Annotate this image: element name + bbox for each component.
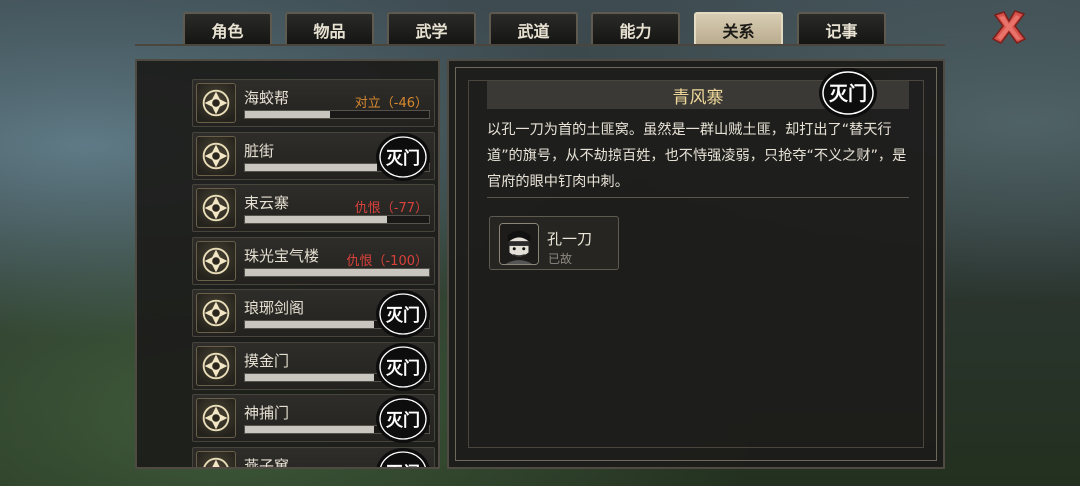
tomb-emblem-icon (196, 345, 236, 386)
tab-label: 武道 (517, 21, 550, 41)
faction-status: 仇恨（-77） (354, 201, 428, 216)
tab-items[interactable]: 物品 (285, 12, 374, 45)
stamp-text: 灭门 (385, 148, 420, 169)
tab-relations[interactable]: 关系 (694, 12, 783, 45)
stamp-text: 灭门 (385, 358, 420, 379)
faction-row[interactable]: 脏街 灭门 (192, 131, 435, 181)
destroyed-stamp-icon: 灭门 (376, 132, 430, 181)
faction-list-panel: 海蛟帮 对立（-46） 脏街 灭门 束云寨 仇恨（-77） 珠光宝气楼 仇恨（-100） 琅琊剑… (135, 59, 440, 469)
faction-row[interactable]: 琅琊剑阁 灭门 (192, 289, 435, 338)
faction-row[interactable]: 珠光宝气楼 仇恨（-100） (192, 236, 435, 285)
faction-name: 珠光宝气楼 (244, 246, 320, 265)
relation-bar (244, 267, 430, 277)
faction-name: 燕子窠 (244, 456, 290, 469)
swallow-emblem-icon (196, 450, 236, 467)
faction-detail-panel: 青风寨 灭门 以孔一刀为首的土匪窝。虽然是一群山贼土匪，却打出了“替天行道”的旗… (447, 59, 945, 469)
stamp-text: 灭门 (385, 410, 420, 431)
relation-bar (244, 110, 430, 119)
faction-name: 海蛟帮 (244, 89, 290, 107)
faction-status: 仇恨（-100） (346, 253, 428, 269)
faction-row[interactable]: 神捕门 灭门 (192, 394, 435, 443)
tab-underline (135, 44, 945, 46)
destroyed-stamp-icon: 灭门 (819, 68, 877, 118)
relation-bar-fill (245, 373, 374, 381)
faction-row[interactable]: 燕子窠灭门 (192, 446, 435, 470)
relation-bar-fill (245, 321, 374, 328)
tab-martial-arts[interactable]: 武学 (387, 12, 476, 45)
tab-label: 武学 (415, 21, 448, 41)
tab-label: 记事 (825, 21, 858, 41)
stamp-text: 灭门 (828, 82, 867, 105)
bandit-portrait-icon (499, 223, 539, 265)
beast-mask-emblem-icon (196, 135, 236, 176)
sea-dragon-emblem-icon (196, 83, 236, 123)
faction-row[interactable]: 海蛟帮 对立（-46） (192, 79, 435, 127)
tab-abilities[interactable]: 能力 (591, 12, 680, 45)
faction-name: 琅琊剑阁 (244, 299, 305, 317)
tab-label: 物品 (313, 21, 346, 41)
faction-name: 神捕门 (244, 404, 290, 422)
destroyed-stamp-icon: 灭门 (376, 447, 430, 470)
relation-bar-fill (245, 426, 374, 433)
tab-character[interactable]: 角色 (183, 12, 272, 45)
faction-list: 海蛟帮 对立（-46） 脏街 灭门 束云寨 仇恨（-77） 珠光宝气楼 仇恨（-100） 琅琊剑… (192, 79, 435, 470)
faction-name: 束云寨 (244, 194, 290, 212)
crown-emblem-icon (196, 293, 236, 333)
faction-row[interactable]: 摸金门 灭门 (192, 341, 435, 391)
faction-row[interactable]: 束云寨 仇恨（-77） (192, 184, 435, 232)
relation-bar-fill (245, 268, 429, 276)
destroyed-stamp-icon: 灭门 (376, 395, 430, 443)
tab-label: 能力 (619, 21, 652, 41)
stamp-text: 灭门 (385, 463, 420, 470)
member-status: 已故 (548, 252, 573, 266)
tab-label: 角色 (211, 21, 244, 41)
relation-bar (244, 215, 430, 224)
member-name: 孔一刀 (547, 230, 593, 248)
mountain-emblem-icon (196, 188, 236, 228)
treasure-emblem-icon (196, 240, 236, 281)
close-x-icon[interactable] (990, 8, 1028, 46)
tab-journal[interactable]: 记事 (797, 12, 886, 45)
tab-label: 关系 (722, 21, 755, 41)
faction-name: 脏街 (244, 141, 275, 160)
relation-bar-fill (245, 216, 387, 223)
eye-emblem-icon (196, 398, 236, 438)
destroyed-stamp-icon: 灭门 (376, 290, 430, 338)
member-card[interactable]: 孔一刀 已故 (489, 216, 619, 270)
faction-description: 以孔一刀为首的土匪窝。虽然是一群山贼土匪，却打出了“替天行道”的旗号，从不劫掠百… (487, 122, 907, 190)
relation-bar-fill (245, 111, 330, 118)
faction-status: 对立（-46） (354, 96, 428, 111)
destroyed-stamp-icon: 灭门 (376, 342, 430, 391)
tab-martial-way[interactable]: 武道 (489, 12, 578, 45)
relation-bar-fill (245, 163, 378, 171)
section-divider (487, 197, 909, 198)
stamp-text: 灭门 (385, 305, 420, 326)
faction-name: 摸金门 (244, 351, 290, 370)
